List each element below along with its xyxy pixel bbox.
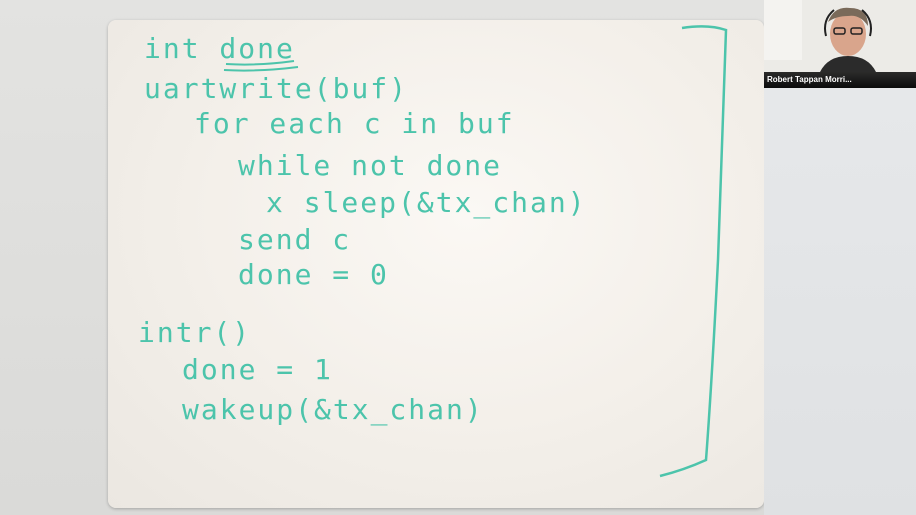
video-call-stage: int done uartwrite(buf) for each c in bu… [0,0,916,515]
whiteboard-ink: int done uartwrite(buf) for each c in bu… [138,25,728,478]
code-line-int-done: int done [144,32,295,65]
whiteboard: int done uartwrite(buf) for each c in bu… [108,20,764,508]
code-line-intr: intr() [138,316,251,349]
participant-avatar [764,0,916,72]
code-line-for-each: for each c in buf [194,107,515,140]
code-line-sleep: x sleep(&tx_chan) [266,186,587,220]
bracket-mark [659,25,728,478]
code-line-uartwrite: uartwrite(buf) [144,72,408,105]
participant-video-tile[interactable]: Robert Tappan Morri... [764,0,916,88]
code-line-done-one: done = 1 [182,353,333,386]
participant-name-label: Robert Tappan Morri... [764,72,916,88]
code-line-wakeup: wakeup(&tx_chan) [182,393,484,427]
side-panel-background [764,88,916,515]
code-line-send-c: send c [238,223,351,256]
code-line-while-not-done: while not done [238,149,502,182]
code-line-done-zero: done = 0 [238,258,389,291]
